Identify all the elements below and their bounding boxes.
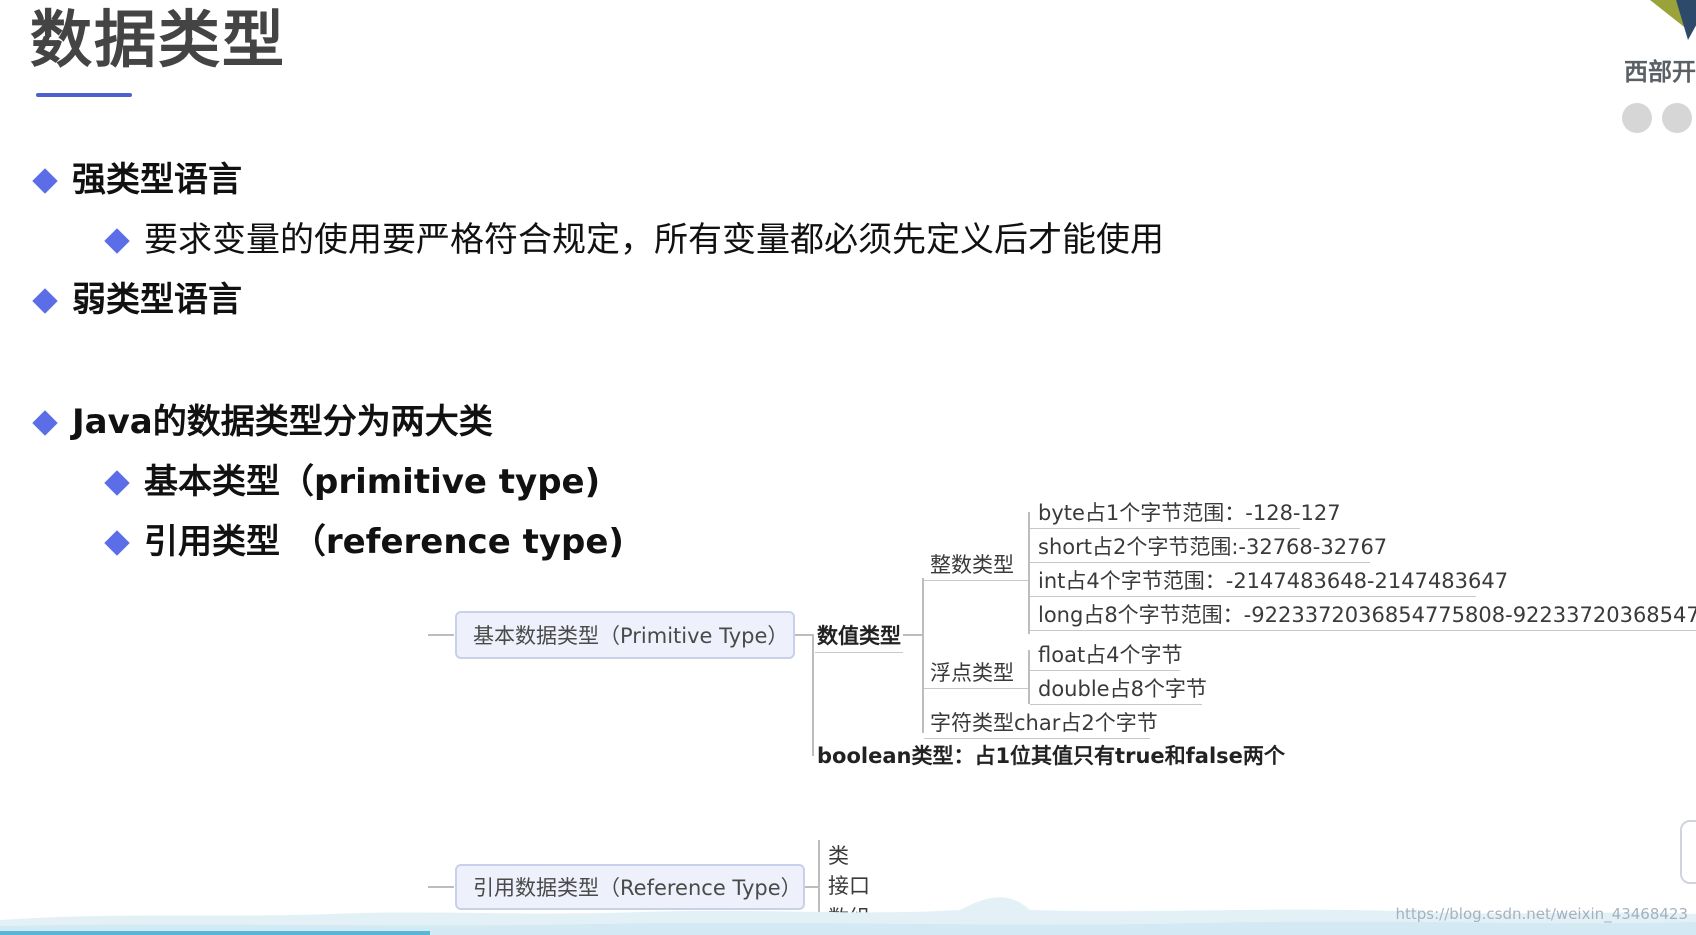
node-long: long占8个字节范围：-9223372036854775808-9223372… — [1038, 603, 1696, 627]
underline — [1030, 562, 1370, 563]
bullet-reference: 引用类型 （reference type) — [144, 522, 624, 562]
diamond-icon — [32, 168, 58, 194]
underline — [924, 738, 1150, 739]
node-primitive-root: 基本数据类型（Primitive Type） — [455, 611, 795, 659]
watermark-url: https://blog.csdn.net/weixin_43468423 — [1395, 905, 1688, 923]
title-underline — [36, 93, 132, 97]
connector-line — [795, 634, 813, 636]
nav-dot-2[interactable] — [1662, 103, 1692, 133]
diamond-icon — [32, 410, 58, 436]
node-boolean: boolean类型：占1位其值只有true和false两个 — [817, 744, 1285, 768]
node-byte: byte占1个字节范围：-128-127 — [1038, 501, 1341, 525]
nav-dot-1[interactable] — [1622, 103, 1652, 133]
diamond-icon — [104, 228, 130, 254]
underline — [815, 652, 903, 653]
node-integer: 整数类型 — [930, 553, 1014, 577]
underline — [924, 688, 1028, 689]
bullet-java-types: Java的数据类型分为两大类 — [72, 402, 493, 442]
node-float: float占4个字节 — [1038, 643, 1183, 667]
node-double: double占8个字节 — [1038, 677, 1207, 701]
diamond-icon — [32, 288, 58, 314]
underline — [1030, 630, 1696, 631]
diamond-icon — [104, 470, 130, 496]
connector-line — [805, 886, 819, 888]
bullet-primitive: 基本类型（primitive type) — [144, 462, 601, 502]
node-char: 字符类型char占2个字节 — [930, 711, 1158, 735]
connector-line — [903, 634, 923, 636]
bullet-strong-typed-detail: 要求变量的使用要严格符合规定，所有变量都必须先定义后才能使用 — [144, 220, 1164, 260]
node-short: short占2个字节范围:-32768-32767 — [1038, 535, 1388, 559]
logo-text: 西部开 — [1624, 58, 1696, 86]
connector-line — [922, 578, 924, 733]
underline — [1030, 596, 1476, 597]
connector-line — [812, 634, 814, 756]
underline — [924, 580, 1028, 581]
underline — [1030, 704, 1202, 705]
node-int: int占4个字节范围：-2147483648-2147483647 — [1038, 569, 1509, 593]
connector-line — [1028, 650, 1030, 704]
bullet-weak-typed: 弱类型语言 — [72, 280, 242, 320]
bullet-strong-typed: 强类型语言 — [72, 160, 242, 200]
connector-line — [1028, 512, 1030, 634]
node-numeric: 数值类型 — [817, 624, 901, 648]
diamond-icon — [104, 530, 130, 556]
node-class: 类 — [828, 844, 849, 868]
side-tab[interactable] — [1680, 820, 1696, 884]
underline — [1030, 528, 1300, 529]
connector-line — [428, 634, 454, 636]
connector-line — [428, 886, 454, 888]
underline — [1030, 670, 1180, 671]
logo-v-icon — [1650, 0, 1696, 40]
page-title: 数据类型 — [30, 3, 287, 76]
node-float-type: 浮点类型 — [930, 661, 1014, 685]
